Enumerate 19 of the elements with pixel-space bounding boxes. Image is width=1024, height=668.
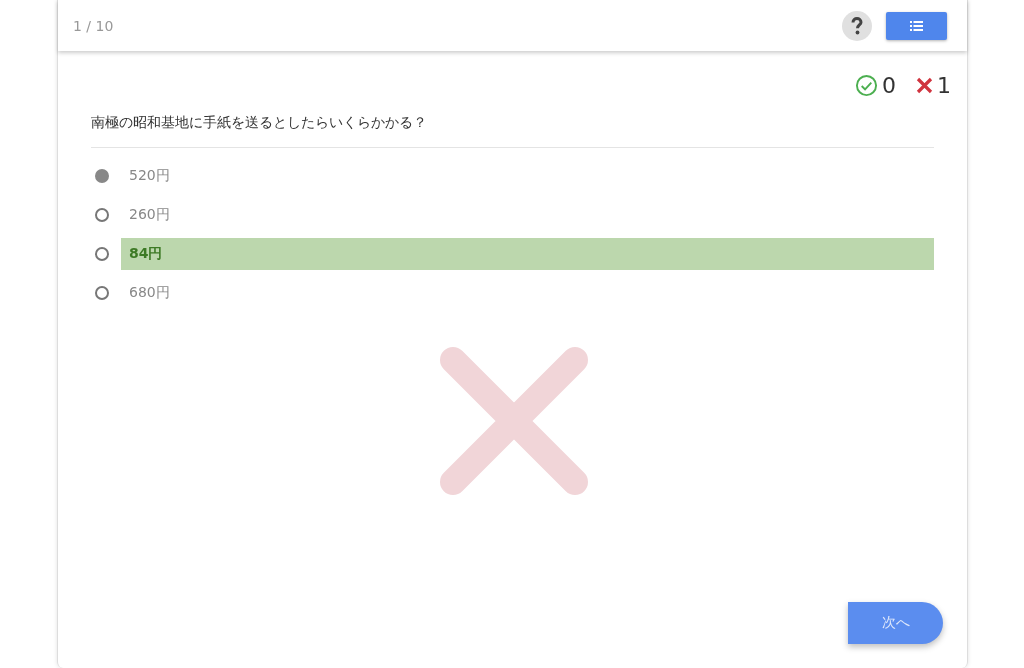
next-button[interactable]: 次へ (848, 602, 943, 644)
question-text: 南極の昭和基地に手紙を送るとしたらいくらかかる？ (91, 114, 934, 148)
answer-option[interactable]: 520円 (121, 160, 934, 192)
help-icon (851, 16, 863, 35)
radio-button[interactable] (95, 247, 109, 261)
help-button[interactable] (842, 10, 872, 41)
radio-button[interactable] (95, 208, 109, 222)
correct-count: 0 (882, 73, 896, 98)
list-icon (910, 20, 923, 31)
radio-button[interactable] (95, 169, 109, 183)
cross-icon (916, 77, 933, 94)
answer-option[interactable]: 84円 (121, 238, 934, 270)
progress-counter: 1 / 10 (73, 17, 115, 34)
answer-option[interactable]: 260円 (121, 199, 934, 231)
check-circle-icon (855, 74, 878, 97)
answer-option[interactable]: 680円 (121, 277, 934, 309)
menu-button[interactable] (886, 11, 947, 40)
radio-button[interactable] (95, 286, 109, 300)
wrong-count: 1 (937, 73, 951, 98)
